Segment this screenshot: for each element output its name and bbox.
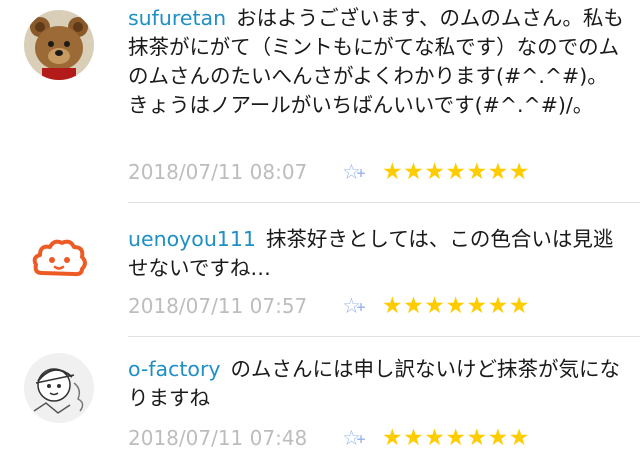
star-rating: ★★★★★★★ xyxy=(382,293,530,319)
comment-item: o-factory のムさんには申し訳ないけど抹茶が気になりますね 2018/07… xyxy=(0,337,640,462)
comment-meta: 2018/07/11 07:48 ☆ + ★★★★★★★ xyxy=(128,423,530,453)
star-rating: ★★★★★★★ xyxy=(382,159,530,185)
star-plus-icon[interactable]: ☆ + xyxy=(342,426,382,450)
comment-body: o-factory のムさんには申し訳ないけど抹茶が気になりますね xyxy=(128,355,628,413)
comment-item: sufuretan おはようございます、のムのムさん。私も抹茶がにがて（ミントもに… xyxy=(0,0,640,198)
teddy-bear-avatar-icon xyxy=(24,10,94,80)
timestamp: 2018/07/11 07:57 xyxy=(128,294,308,318)
avatar[interactable] xyxy=(24,10,94,80)
star-plus-icon[interactable]: ☆ + xyxy=(342,160,382,184)
comment-body: uenoyou111 抹茶好きとしては、この色合いは見逃せないですね… xyxy=(128,225,628,283)
star-rating: ★★★★★★★ xyxy=(382,425,530,451)
comment-body: sufuretan おはようございます、のムのムさん。私も抹茶がにがて（ミントもに… xyxy=(128,4,628,120)
sketch-character-avatar-icon xyxy=(24,353,94,423)
star-plus-icon[interactable]: ☆ + xyxy=(342,294,382,318)
username-link[interactable]: uenoyou111 xyxy=(128,227,256,251)
cloud-face-avatar-icon xyxy=(32,239,87,277)
username-link[interactable]: o-factory xyxy=(128,357,221,381)
comment-item: uenoyou111 抹茶好きとしては、この色合いは見逃せないですね… 2018/… xyxy=(0,203,640,336)
comment-meta: 2018/07/11 08:07 ☆ + ★★★★★★★ xyxy=(128,157,530,187)
username-link[interactable]: sufuretan xyxy=(128,6,226,30)
timestamp: 2018/07/11 07:48 xyxy=(128,426,308,450)
avatar[interactable] xyxy=(24,353,94,423)
avatar[interactable] xyxy=(24,225,94,295)
comment-meta: 2018/07/11 07:57 ☆ + ★★★★★★★ xyxy=(128,291,530,321)
timestamp: 2018/07/11 08:07 xyxy=(128,160,308,184)
